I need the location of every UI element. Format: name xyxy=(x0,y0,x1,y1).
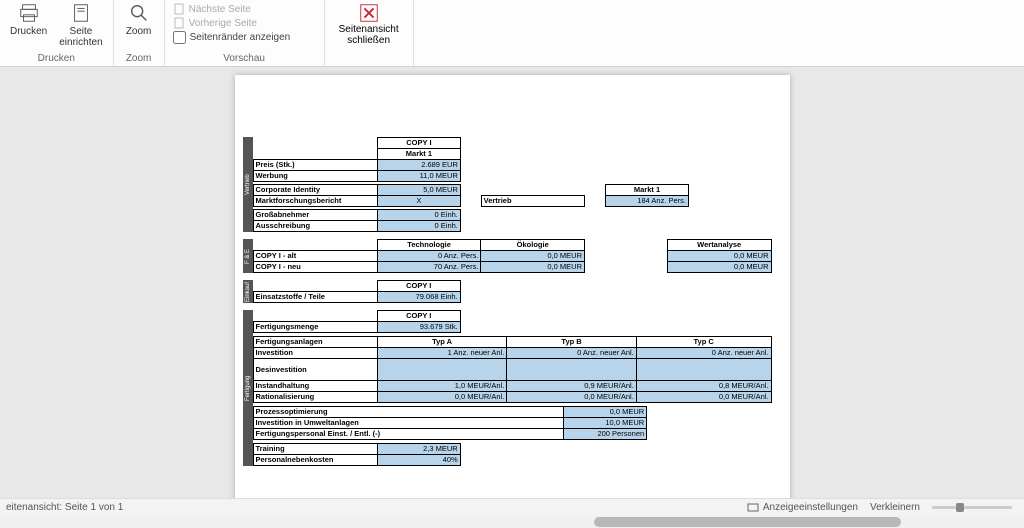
zoom-button[interactable]: Zoom xyxy=(118,0,160,39)
page-setup-button[interactable]: Seite einrichten xyxy=(53,0,108,50)
display-settings-button[interactable]: Anzeigeeinstellungen xyxy=(747,502,858,514)
prev-page-icon xyxy=(173,17,185,29)
zoom-label: Zoom xyxy=(126,26,152,37)
status-bar: eitenansicht: Seite 1 von 1 Anzeigeeinst… xyxy=(0,498,1024,516)
ribbon-group-zoom: Zoom Zoom xyxy=(114,0,165,66)
status-page-info: eitenansicht: Seite 1 von 1 xyxy=(6,502,123,513)
margins-checkbox[interactable] xyxy=(173,31,186,44)
group-title-print: Drucken xyxy=(4,52,109,65)
ribbon-group-print: Drucken Seite einrichten Drucken xyxy=(0,0,114,66)
section-fertigung: Fertigung COPY I Fertigungsmenge93.679 S… xyxy=(253,310,772,466)
hscroll-thumb[interactable] xyxy=(594,517,901,527)
close-preview-button[interactable]: Seitenansicht schließen xyxy=(329,0,409,48)
page-setup-icon xyxy=(70,2,92,24)
page-preview: Vertrieb COPY I Markt 1 Preis (Stk.)2.68… xyxy=(235,75,790,498)
zoom-thumb[interactable] xyxy=(956,503,964,512)
next-page-icon xyxy=(173,3,185,15)
zoom-out-button[interactable]: Verkleinern xyxy=(870,502,920,513)
print-label: Drucken xyxy=(10,26,47,37)
magnifier-icon xyxy=(128,2,150,24)
display-icon xyxy=(747,502,759,514)
zoom-slider[interactable] xyxy=(932,506,1012,509)
close-icon xyxy=(358,2,380,24)
ribbon-group-close: Seitenansicht schließen xyxy=(325,0,414,66)
ribbon: Drucken Seite einrichten Drucken Zoom Zo… xyxy=(0,0,1024,67)
group-title-preview: Vorschau xyxy=(169,52,320,65)
section-vertrieb: Vertrieb COPY I Markt 1 Preis (Stk.)2.68… xyxy=(253,137,772,232)
group-title-zoom: Zoom xyxy=(118,52,160,65)
page-setup-label: Seite einrichten xyxy=(59,26,102,48)
tab-vertrieb: Vertrieb xyxy=(243,137,253,232)
tab-fertigung: Fertigung xyxy=(243,310,253,466)
preview-workspace: Vertrieb COPY I Markt 1 Preis (Stk.)2.68… xyxy=(0,67,1024,498)
ribbon-group-preview: Nächste Seite Vorherige Seite Seitenränd… xyxy=(165,0,325,66)
horizontal-scrollbar[interactable] xyxy=(0,516,1024,528)
section-einkauf: Einkauf COPY I Einsatzstoffe / Teile79.0… xyxy=(253,280,772,303)
printer-icon xyxy=(18,2,40,24)
tab-einkauf: Einkauf xyxy=(243,280,253,303)
show-margins-checkbox[interactable]: Seitenränder anzeigen xyxy=(169,30,320,45)
section-fe: F & E TechnologieÖkologieWertanalyse COP… xyxy=(253,239,772,273)
next-page-button: Nächste Seite xyxy=(169,2,320,16)
tab-fe: F & E xyxy=(243,239,253,273)
print-button[interactable]: Drucken xyxy=(4,0,53,39)
prev-page-button: Vorherige Seite xyxy=(169,16,320,30)
